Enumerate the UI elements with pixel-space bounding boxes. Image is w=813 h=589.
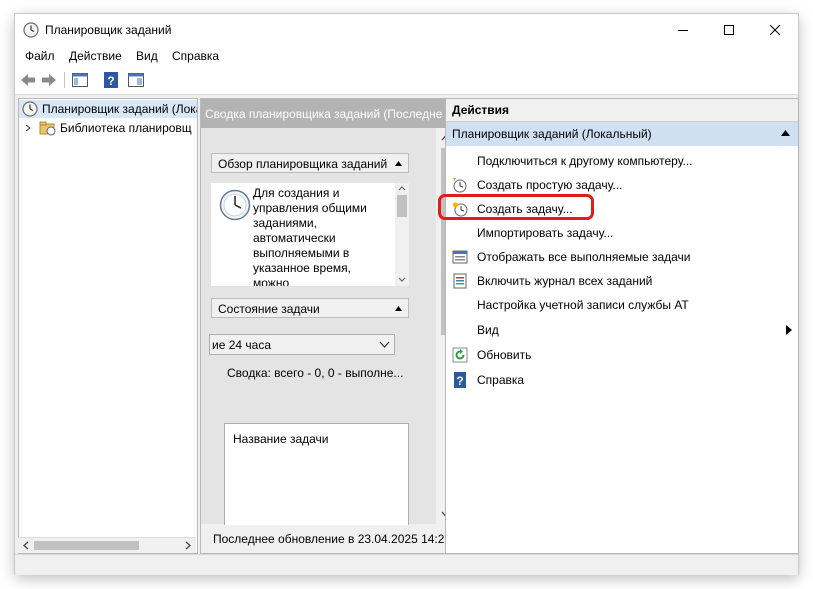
action-label: Настройка учетной записи службы AT [477, 298, 689, 312]
svg-text:?: ? [456, 374, 463, 388]
action-at-service-account[interactable]: Настройка учетной записи службы AT [446, 293, 798, 317]
last-update-text: Последнее обновление в 23.04.2025 14:26 [213, 532, 452, 546]
maximize-icon [724, 25, 734, 35]
action-import-task[interactable]: Импортировать задачу... [446, 221, 798, 245]
actions-group-title: Планировщик заданий (Локальный) [452, 127, 652, 141]
clock-icon [22, 101, 38, 117]
submenu-arrow-icon [786, 325, 792, 335]
refresh-icon [452, 347, 468, 363]
help-button[interactable]: ? [102, 71, 120, 89]
menu-help[interactable]: Справка [172, 49, 219, 63]
action-enable-history[interactable]: Включить журнал всех заданий [446, 269, 798, 293]
action-help[interactable]: ? Справка [446, 368, 798, 392]
actions-group-header[interactable]: Планировщик заданий (Локальный) [446, 122, 798, 146]
action-display-running-tasks[interactable]: Отображать все выполняемые задачи [446, 245, 798, 269]
show-hide-tree-button[interactable] [71, 71, 89, 89]
actions-pane: Действия Планировщик заданий (Локальный)… [445, 98, 799, 554]
menu-file[interactable]: Файл [25, 49, 55, 63]
overview-content: Для создания и управления общими задания… [211, 183, 409, 286]
overview-description: Для создания и управления общими задания… [253, 186, 367, 286]
summary-pane-header: Сводка планировщика заданий (Последне [201, 99, 455, 128]
back-arrow-icon [21, 74, 35, 86]
toolbar-separator [64, 72, 65, 88]
action-refresh[interactable]: Обновить [446, 343, 798, 367]
forward-arrow-icon [42, 74, 56, 86]
action-label: Обновить [477, 348, 532, 362]
task-scheduler-window: Планировщик заданий Файл Действие Вид Сп… [15, 14, 799, 575]
help-icon: ? [104, 72, 118, 88]
scrollbar-thumb[interactable] [397, 195, 407, 217]
create-task-highlight [438, 194, 594, 220]
minimize-icon [678, 30, 688, 31]
title-bar: Планировщик заданий [15, 14, 798, 46]
large-clock-icon [219, 189, 251, 221]
scroll-right-icon [185, 541, 191, 550]
action-label: Справка [477, 373, 525, 387]
menu-action[interactable]: Действие [69, 49, 122, 63]
action-label: Отображать все выполняемые задачи [477, 250, 691, 264]
summary-pane-body: Обзор планировщика заданий Для создания … [201, 128, 436, 533]
task-status-section-title: Состояние задачи [218, 302, 320, 316]
close-icon [770, 25, 780, 35]
actions-pane-title: Действия [452, 103, 510, 117]
action-label: Вид [477, 323, 499, 337]
show-hide-action-pane-icon [128, 73, 144, 87]
collapse-up-icon [395, 161, 402, 166]
menu-bar: Файл Действие Вид Справка [15, 46, 798, 66]
collapse-overview-button[interactable] [393, 158, 404, 169]
menu-view[interactable]: Вид [136, 49, 158, 63]
history-log-icon [453, 273, 467, 289]
scroll-down-icon [398, 277, 406, 282]
tree-item-label: Библиотека планировщ [60, 121, 192, 135]
task-status-period-select[interactable]: ие 24 часа [209, 334, 395, 355]
column-header-task-name[interactable]: Название задачи [233, 432, 329, 446]
action-label: Подключиться к другому компьютеру... [477, 154, 693, 168]
help-icon: ? [454, 372, 466, 388]
scroll-left-icon [23, 541, 29, 550]
action-label: Включить журнал всех заданий [477, 274, 653, 288]
svg-text:?: ? [107, 74, 114, 88]
task-status-summary: Сводка: всего - 0, 0 - выполне... [227, 366, 404, 380]
show-hide-action-pane-button[interactable] [127, 71, 145, 89]
scroll-up-icon [398, 186, 406, 191]
action-connect-computer[interactable]: Подключиться к другому компьютеру... [446, 149, 798, 173]
minimize-button[interactable] [660, 14, 706, 46]
scrollbar-thumb[interactable] [34, 541, 139, 550]
expand-chevron-icon [25, 124, 31, 132]
console-tree: Планировщик заданий (Лока Библиотека пла… [18, 98, 198, 554]
task-status-section-header[interactable]: Состояние задачи [211, 298, 409, 318]
action-label: Создать простую задачу... [477, 178, 623, 192]
overview-scrollbar[interactable] [395, 183, 409, 286]
show-hide-console-tree-icon [72, 73, 88, 87]
overview-section-title: Обзор планировщика заданий [218, 157, 388, 171]
status-bar [15, 554, 798, 575]
close-button[interactable] [752, 14, 798, 46]
action-label: Импортировать задачу... [477, 226, 614, 240]
tree-item-task-scheduler[interactable]: Планировщик заданий (Лока [19, 100, 197, 118]
maximize-button[interactable] [706, 14, 752, 46]
create-basic-task-icon [453, 178, 467, 193]
back-button[interactable] [19, 71, 37, 89]
summary-pane-footer: Последнее обновление в 23.04.2025 14:26 [201, 525, 455, 553]
tree-item-library[interactable]: Библиотека планировщ [19, 119, 197, 137]
running-tasks-icon [452, 250, 468, 264]
action-view[interactable]: Вид [446, 318, 798, 342]
collapse-up-icon [781, 130, 790, 136]
toolbar: ? [15, 66, 798, 95]
folder-clock-icon [39, 121, 56, 136]
chevron-down-icon [379, 341, 390, 348]
actions-pane-header: Действия [446, 99, 798, 122]
clock-app-icon [23, 22, 39, 38]
forward-button[interactable] [40, 71, 58, 89]
collapse-up-icon [395, 306, 402, 311]
summary-pane-title: Сводка планировщика заданий (Последне [205, 107, 443, 121]
summary-pane: Сводка планировщика заданий (Последне Об… [200, 98, 456, 554]
tree-horizontal-scrollbar[interactable] [18, 537, 196, 553]
period-select-value: ие 24 часа [212, 338, 271, 352]
window-title: Планировщик заданий [45, 23, 172, 37]
task-status-list[interactable]: Название задачи [224, 423, 409, 533]
collapse-task-status-button[interactable] [393, 303, 404, 314]
tree-item-label: Планировщик заданий (Лока [42, 102, 197, 116]
overview-section-header[interactable]: Обзор планировщика заданий [211, 153, 409, 173]
